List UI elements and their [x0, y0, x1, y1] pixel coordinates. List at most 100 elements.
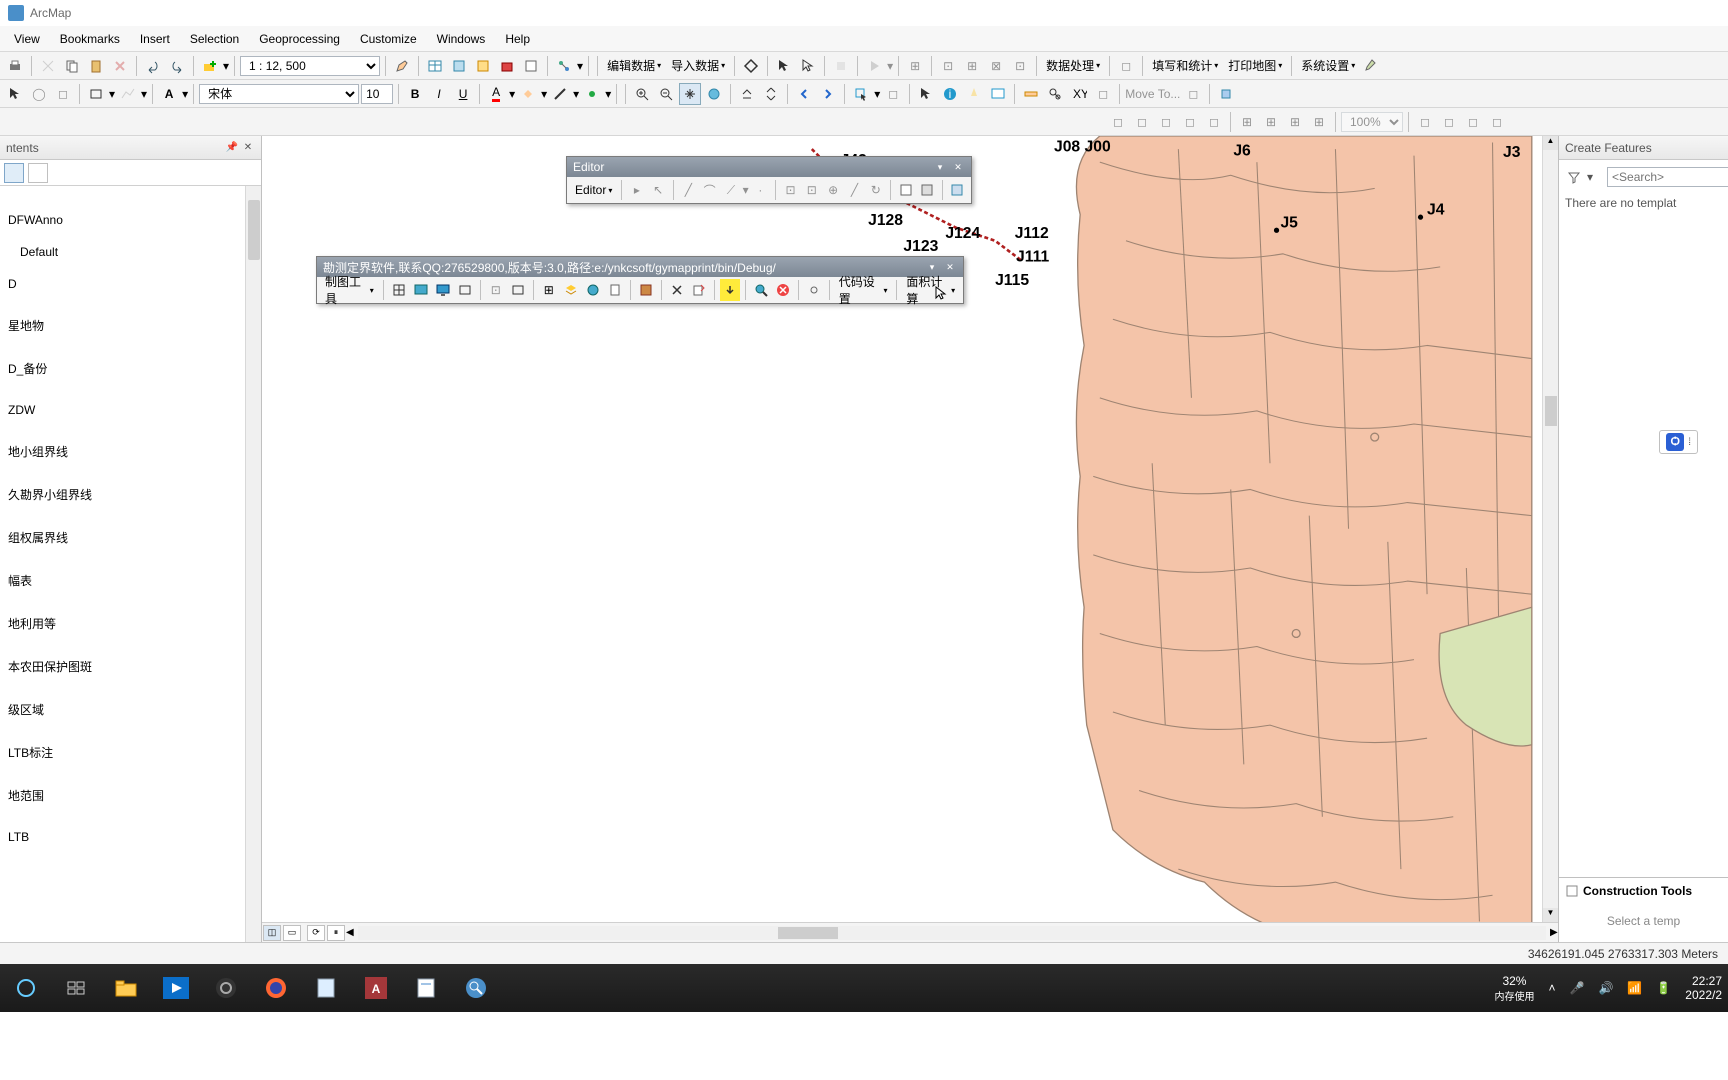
stop-icon[interactable]	[773, 279, 793, 301]
redo-icon[interactable]	[166, 55, 188, 77]
map-vscrollbar[interactable]: ▲ ▼	[1542, 136, 1558, 922]
layer-item[interactable]: 本农田保护图斑	[0, 649, 261, 684]
dropdown-arrow-icon[interactable]: ▾	[182, 87, 188, 101]
volume-icon[interactable]: 🔊	[1598, 981, 1613, 995]
menu-customize[interactable]: Customize	[350, 28, 427, 50]
screen-icon[interactable]	[411, 279, 431, 301]
editor-toolbar[interactable]: Editor ▾ ✕ Editor▾ ▸ ↖ ╱ ⌒ ⟋ ▾ · ⊡ ⊡	[566, 156, 972, 204]
search-window-icon[interactable]	[472, 55, 494, 77]
custom-toolbar[interactable]: 勘测定界软件,联系QQ:276529800,版本号:3.0,路径:e:/ynkc…	[316, 256, 964, 304]
menu-selection[interactable]: Selection	[180, 28, 249, 50]
import-data-button[interactable]: 导入数据▾	[667, 55, 729, 77]
system-settings-button[interactable]: 系统设置▾	[1297, 55, 1359, 77]
line-color-icon[interactable]	[549, 83, 571, 105]
select-arrow-icon[interactable]	[915, 83, 937, 105]
tool-icon[interactable]	[1215, 83, 1237, 105]
dropdown-arrow-icon[interactable]: ▾	[1587, 170, 1593, 184]
layer-item[interactable]: 地利用等	[0, 606, 261, 641]
code-settings-button[interactable]: 代码设置▾	[835, 279, 892, 301]
edit-data-button[interactable]: 编辑数据▾	[603, 55, 665, 77]
firefox-icon[interactable]	[256, 970, 296, 1006]
zoom-out-icon[interactable]	[655, 83, 677, 105]
print-icon[interactable]	[4, 55, 26, 77]
grid-small-icon[interactable]: ⊞	[539, 279, 559, 301]
close-icon[interactable]: ✕	[943, 260, 957, 274]
down-arrow-icon[interactable]	[720, 279, 740, 301]
book-icon[interactable]	[636, 279, 656, 301]
pointer-icon[interactable]	[797, 55, 819, 77]
wordpad-icon[interactable]	[406, 970, 446, 1006]
data-process-button[interactable]: 数据处理▾	[1042, 55, 1104, 77]
scale-select[interactable]: 1 : 12, 500	[240, 56, 380, 76]
link-icon[interactable]	[804, 279, 824, 301]
world-icon[interactable]	[583, 279, 603, 301]
add-data-icon[interactable]	[199, 55, 221, 77]
tray-up-icon[interactable]: ˄	[1548, 981, 1555, 995]
underline-icon[interactable]: U	[452, 83, 474, 105]
measure-icon[interactable]	[1020, 83, 1042, 105]
menu-geoprocessing[interactable]: Geoprocessing	[249, 28, 350, 50]
select-elements-icon[interactable]	[4, 83, 26, 105]
ime-badge[interactable]: Ѻ ⁞	[1659, 430, 1698, 454]
dropdown-arrow-icon[interactable]: ▾	[541, 87, 547, 101]
layer-item[interactable]: D	[0, 268, 261, 300]
html-popup-icon[interactable]	[987, 83, 1009, 105]
pause-icon[interactable]: ⏸	[327, 925, 345, 941]
zoom-fixed-in-icon[interactable]	[736, 83, 758, 105]
font-select[interactable]: 宋体	[199, 84, 359, 104]
close-icon[interactable]: ✕	[241, 141, 255, 155]
editor-menu-button[interactable]: Editor▾	[571, 179, 616, 201]
refresh-icon[interactable]: ⟳	[307, 925, 325, 941]
layer-item[interactable]: LTB	[0, 821, 261, 853]
layer-item[interactable]: D_备份	[0, 351, 261, 386]
layer-item[interactable]: 级区域	[0, 692, 261, 727]
rectangle-icon[interactable]	[85, 83, 107, 105]
identify-icon[interactable]: i	[939, 83, 961, 105]
start-button[interactable]	[6, 970, 46, 1006]
zoom-in-icon[interactable]	[631, 83, 653, 105]
layer-item[interactable]: 组权属界线	[0, 520, 261, 555]
area-calc-button[interactable]: 面积计算▾	[902, 279, 959, 301]
dropdown-arrow-icon[interactable]: ▾	[109, 87, 115, 101]
pin-icon[interactable]: 📌	[225, 141, 239, 155]
layers-icon[interactable]	[561, 279, 581, 301]
access-icon[interactable]: A	[356, 970, 396, 1006]
goto-xy-icon[interactable]: XY	[1068, 83, 1090, 105]
layer-item[interactable]: 地小组界线	[0, 434, 261, 469]
copy-icon[interactable]	[61, 55, 83, 77]
notepad-icon[interactable]	[306, 970, 346, 1006]
dropdown-arrow-icon[interactable]: ▾	[141, 87, 147, 101]
dropdown-arrow-icon[interactable]: ▾	[874, 87, 880, 101]
mic-icon[interactable]: 🎤	[1569, 981, 1584, 995]
diamond-icon[interactable]	[740, 55, 762, 77]
prev-extent-icon[interactable]	[793, 83, 815, 105]
python-icon[interactable]	[520, 55, 542, 77]
next-extent-icon[interactable]	[817, 83, 839, 105]
full-extent-icon[interactable]	[703, 83, 725, 105]
italic-icon[interactable]: I	[428, 83, 450, 105]
dropdown-arrow-icon[interactable]: ▾	[577, 59, 583, 73]
font-size-input[interactable]	[361, 84, 393, 104]
select-features-icon[interactable]	[850, 83, 872, 105]
model-builder-icon[interactable]	[553, 55, 575, 77]
map-hscrollbar[interactable]	[358, 926, 1546, 940]
paste-icon[interactable]	[85, 55, 107, 77]
copy-doc-icon[interactable]	[605, 279, 625, 301]
layer-item[interactable]: 星地物	[0, 308, 261, 343]
video-app-icon[interactable]	[156, 970, 196, 1006]
menu-help[interactable]: Help	[495, 28, 540, 50]
data-view-tab[interactable]: ◫	[263, 925, 281, 941]
search-input[interactable]	[1607, 167, 1728, 187]
map-canvas[interactable]: J6 J3 J5 J4 J08 J00 J42 J128 J123 J124 J…	[262, 136, 1558, 942]
dropdown-arrow-icon[interactable]: ▾	[925, 260, 939, 274]
layer-item[interactable]: 幅表	[0, 563, 261, 598]
export-icon[interactable]	[689, 279, 709, 301]
list-by-drawing-order-tab[interactable]	[4, 163, 24, 183]
tool-icon[interactable]	[1361, 55, 1383, 77]
catalog-icon[interactable]	[448, 55, 470, 77]
arcmap-icon[interactable]	[456, 970, 496, 1006]
fill-stats-button[interactable]: 填写和统计▾	[1148, 55, 1222, 77]
clock[interactable]: 22:27 2022/2	[1685, 974, 1722, 1003]
grid-icon[interactable]	[389, 279, 409, 301]
create-features-icon[interactable]	[948, 179, 967, 201]
